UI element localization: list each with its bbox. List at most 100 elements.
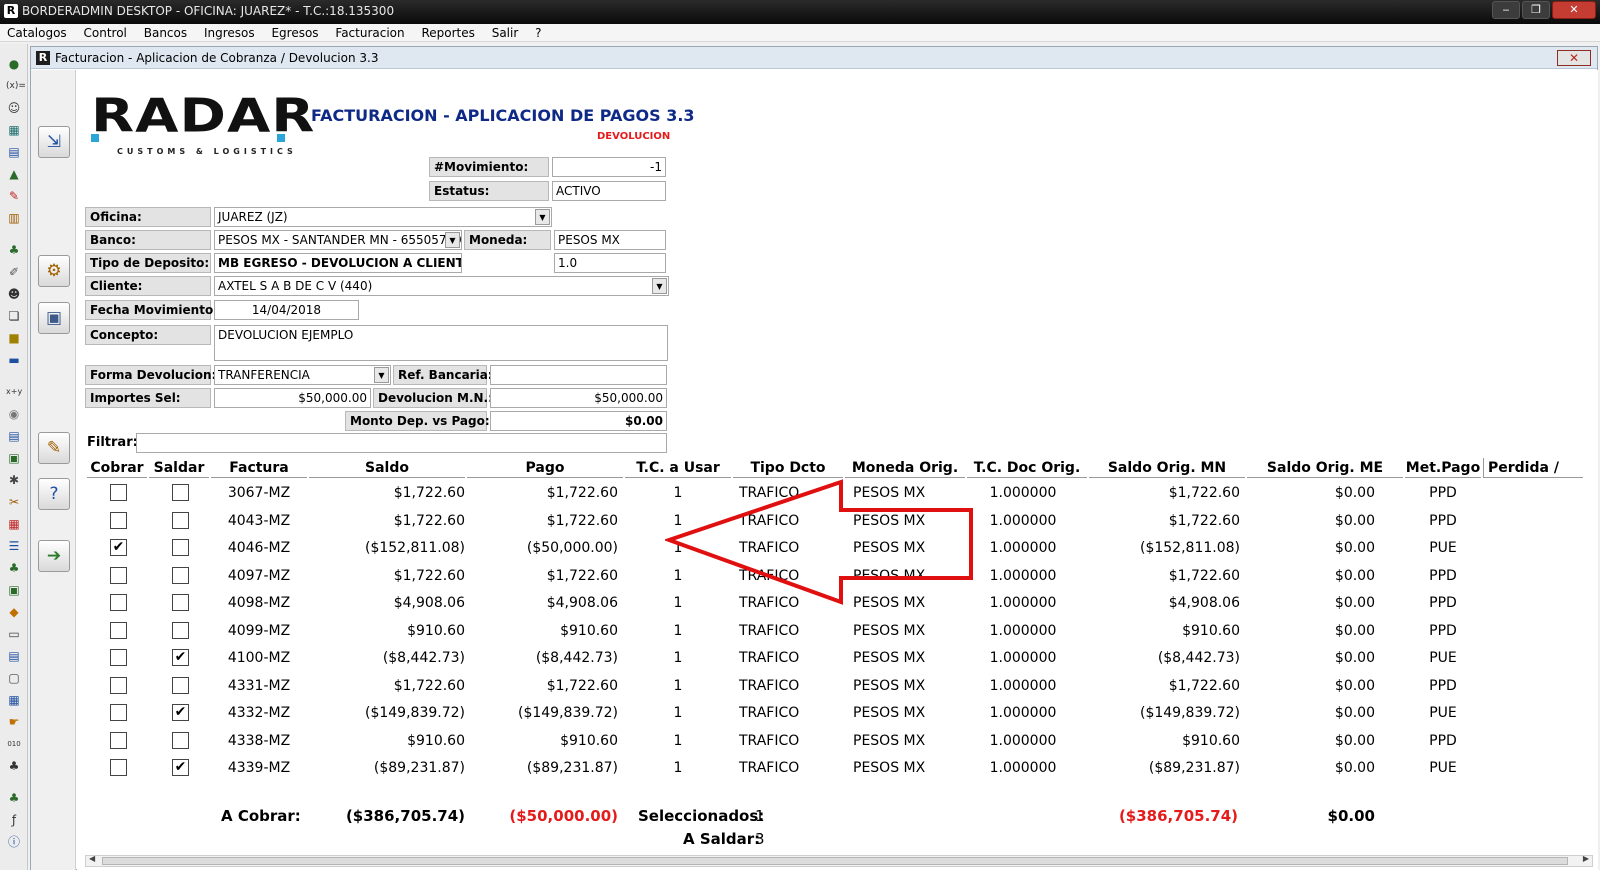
menu-item-salir[interactable]: Salir (492, 26, 519, 40)
column-header-tc-doc[interactable]: T.C. Doc Orig. (967, 458, 1087, 478)
saldar-checkbox[interactable]: ✔ (172, 649, 189, 666)
window-close-icon[interactable]: ✕ (1557, 50, 1591, 66)
menu-item-catalogos[interactable]: Catalogos (7, 26, 67, 40)
menu-item-control[interactable]: Control (84, 26, 127, 40)
banco-select[interactable]: PESOS MX - SANTANDER MN - 65505749 ▼ (214, 230, 462, 250)
concepto-textarea[interactable]: DEVOLUCION EJEMPLO (214, 325, 668, 361)
report-icon[interactable]: ▤ (6, 428, 22, 444)
column-header-saldo-mn[interactable]: Saldo Orig. MN (1089, 458, 1245, 478)
scroll-left-icon[interactable]: ◀ (89, 854, 95, 863)
saldar-checkbox[interactable] (172, 484, 189, 501)
cobrar-checkbox[interactable] (110, 566, 127, 584)
minimize-icon[interactable]: ‒ (1492, 1, 1520, 19)
cobrar-checkbox[interactable] (110, 621, 127, 639)
file-icon[interactable]: ▤ (6, 648, 22, 664)
edit-button[interactable]: ✎ (38, 432, 70, 464)
tipo-deposito-field[interactable]: MB EGRESO - DEVOLUCION A CLIENTES - (214, 253, 462, 273)
monto-dep-field[interactable]: $0.00 (490, 411, 667, 431)
column-header-perdida[interactable]: Perdida / (1483, 458, 1583, 478)
monitor-icon[interactable]: ▢ (6, 670, 22, 686)
cobrar-checkbox[interactable] (110, 484, 127, 501)
person-icon[interactable]: ☻ (6, 286, 22, 302)
help-button[interactable]: ? (38, 478, 70, 510)
printer-icon[interactable]: ▭ (6, 626, 22, 642)
column-header-saldo[interactable]: Saldo (309, 458, 465, 478)
book-icon[interactable]: ▣ (6, 450, 22, 466)
saldar-checkbox[interactable] (172, 566, 189, 584)
menu-item-bancos[interactable]: Bancos (144, 26, 187, 40)
column-header-saldo-me[interactable]: Saldo Orig. ME (1247, 458, 1403, 478)
chevron-down-icon[interactable]: ▼ (535, 209, 550, 225)
saldar-checkbox[interactable]: ✔ (172, 704, 189, 721)
import-button[interactable]: ⇲ (38, 126, 70, 158)
importes-sel-field[interactable]: $50,000.00 (214, 388, 371, 408)
bag-icon[interactable]: ▲ (6, 166, 22, 182)
cobrar-checkbox[interactable] (110, 594, 127, 611)
gear-icon[interactable]: ✱ (6, 472, 22, 488)
ref-bancaria-field[interactable] (490, 365, 667, 385)
pen-icon[interactable]: ✎ (6, 188, 22, 204)
money-bag-icon[interactable]: ● (6, 56, 22, 72)
hand-icon[interactable]: ☛ (6, 714, 22, 730)
movimiento-field[interactable]: -1 (552, 157, 666, 177)
saldar-checkbox[interactable] (172, 539, 189, 556)
xy-icon[interactable]: x+y (6, 384, 22, 400)
table-icon[interactable]: ▦ (6, 692, 22, 708)
database-icon[interactable]: ◉ (6, 406, 22, 422)
scroll-right-icon[interactable]: ▶ (1583, 854, 1589, 863)
saldar-checkbox[interactable]: ✔ (172, 759, 189, 776)
column-header-tc[interactable]: T.C. a Usar (625, 458, 731, 478)
oficina-select[interactable]: JUAREZ (JZ) ▼ (214, 207, 552, 227)
process-button[interactable]: ⚙ (38, 255, 70, 287)
box-icon[interactable]: ■ (6, 330, 22, 346)
tools-icon[interactable]: ✂ (6, 494, 22, 510)
chart-icon[interactable]: ▥ (6, 210, 22, 226)
chevron-down-icon[interactable]: ▼ (445, 232, 460, 248)
formula-icon[interactable]: (x)= (6, 78, 26, 94)
horizontal-scrollbar[interactable]: ◀ ▶ (85, 854, 1593, 867)
pencil-icon[interactable]: ✐ (6, 264, 22, 280)
saldar-checkbox[interactable] (172, 511, 189, 529)
menu-item-egresos[interactable]: Egresos (271, 26, 318, 40)
column-header-saldar[interactable]: Saldar (149, 458, 209, 478)
info-icon[interactable]: ⓘ (6, 834, 22, 850)
estatus-field[interactable]: ACTIVO (552, 181, 666, 201)
close-icon[interactable]: ✕ (1552, 1, 1596, 19)
tipo-cambio-field[interactable]: 1.0 (554, 253, 666, 273)
saldar-checkbox[interactable] (172, 676, 189, 694)
devolucion-mn-field[interactable]: $50,000.00 (490, 388, 667, 408)
cobrar-checkbox[interactable] (110, 704, 127, 721)
cobrar-checkbox[interactable]: ✔ (110, 539, 127, 556)
copy-icon[interactable]: ❏ (6, 308, 22, 324)
truck-icon[interactable]: ▬ (6, 352, 22, 368)
club-icon[interactable]: ♣ (6, 758, 22, 774)
moneda-field[interactable]: PESOS MX (554, 230, 666, 250)
cobrar-checkbox[interactable] (110, 731, 127, 749)
binary-icon[interactable]: 010 (6, 736, 22, 752)
document-icon[interactable]: ▤ (6, 144, 22, 160)
cobrar-checkbox[interactable] (110, 676, 127, 694)
cobrar-checkbox[interactable] (110, 511, 127, 529)
cobrar-checkbox[interactable] (110, 759, 127, 776)
cliente-select[interactable]: AXTEL S A B DE C V (440) ▼ (214, 276, 669, 296)
cobrar-checkbox[interactable] (110, 649, 127, 666)
network-icon[interactable]: ♣ (6, 242, 22, 258)
save-button[interactable]: ▣ (38, 302, 70, 334)
menu-item-ingresos[interactable]: Ingresos (204, 26, 255, 40)
scroll-thumb[interactable] (102, 857, 1568, 865)
user-icon[interactable]: ☺ (6, 100, 22, 116)
menu-item-facturacion[interactable]: Facturacion (335, 26, 404, 40)
forma-devolucion-select[interactable]: TRANFERENCIA ▼ (214, 365, 391, 385)
saldar-checkbox[interactable] (172, 731, 189, 749)
function-icon[interactable]: ƒ (6, 812, 22, 828)
column-header-tipo[interactable]: Tipo Dcto (733, 458, 843, 478)
exit-button[interactable]: ➔ (38, 540, 70, 572)
menu-item-help[interactable]: ? (535, 26, 541, 40)
saldar-checkbox[interactable] (172, 594, 189, 611)
maximize-icon[interactable]: ❐ (1522, 1, 1550, 19)
column-header-factura[interactable]: Factura (211, 458, 307, 478)
menu-item-reportes[interactable]: Reportes (421, 26, 474, 40)
column-header-cobrar[interactable]: Cobrar (87, 458, 147, 478)
grid-icon[interactable]: ▦ (6, 516, 22, 532)
filtrar-input[interactable] (136, 433, 667, 453)
